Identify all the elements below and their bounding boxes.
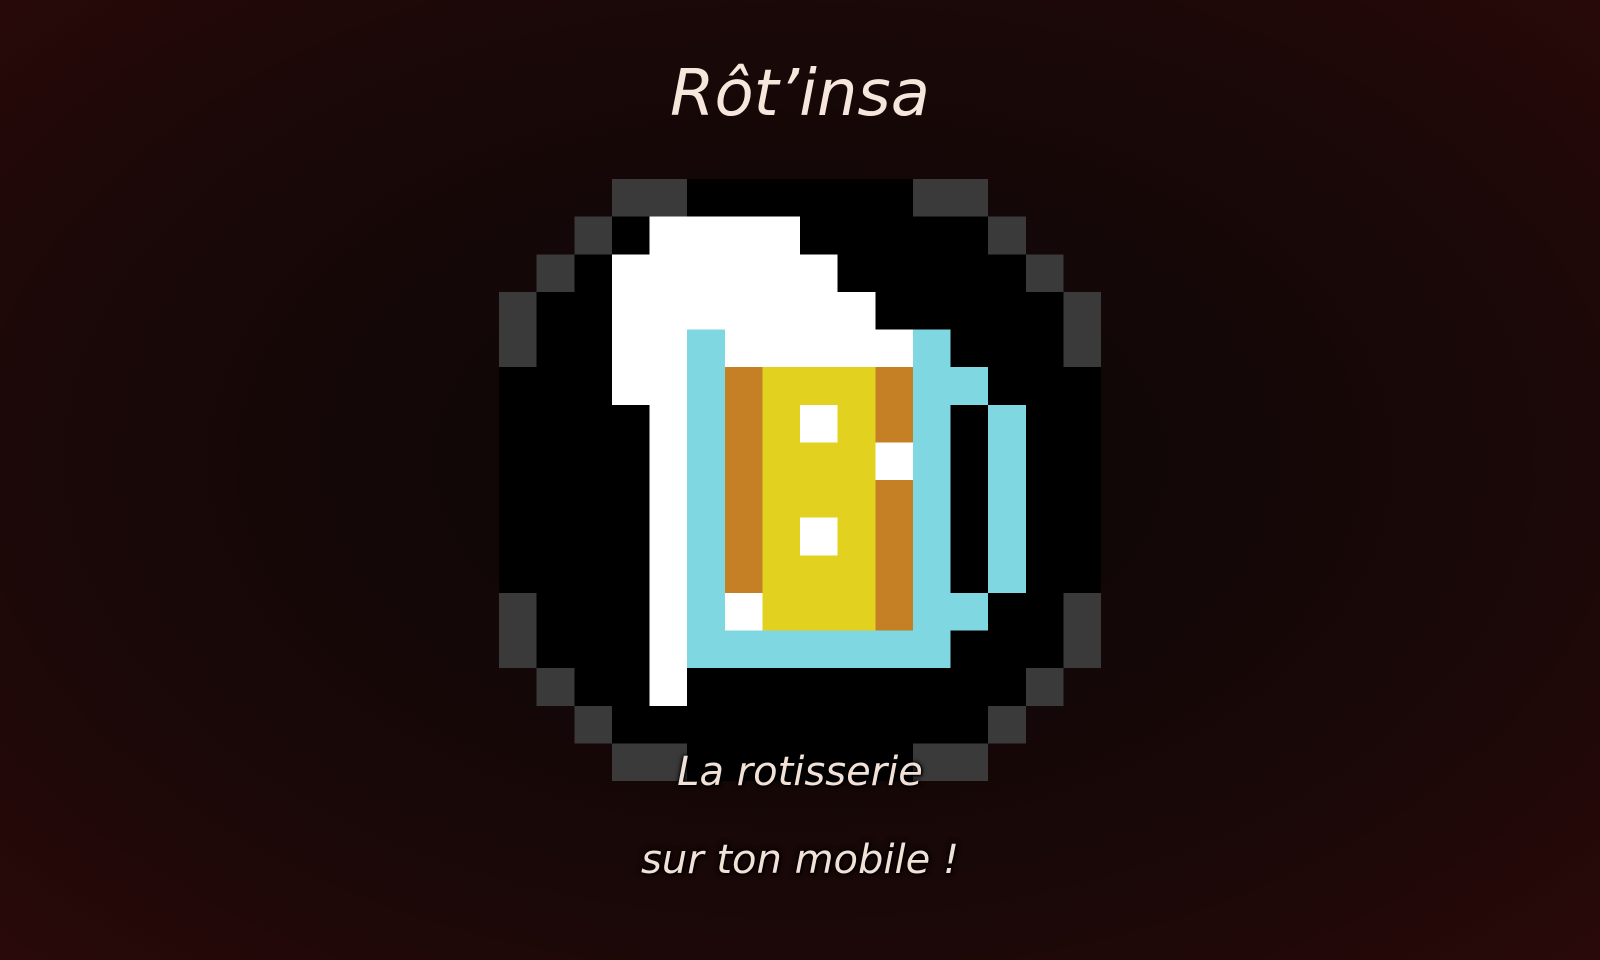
pixel-art-logo	[499, 179, 1101, 781]
tagline-line-1: La rotisserie	[677, 749, 923, 795]
tagline-line-2: sur ton mobile !	[641, 837, 959, 883]
app-title: Rôt’insa	[670, 57, 930, 131]
beer-mug-icon	[499, 179, 1101, 781]
